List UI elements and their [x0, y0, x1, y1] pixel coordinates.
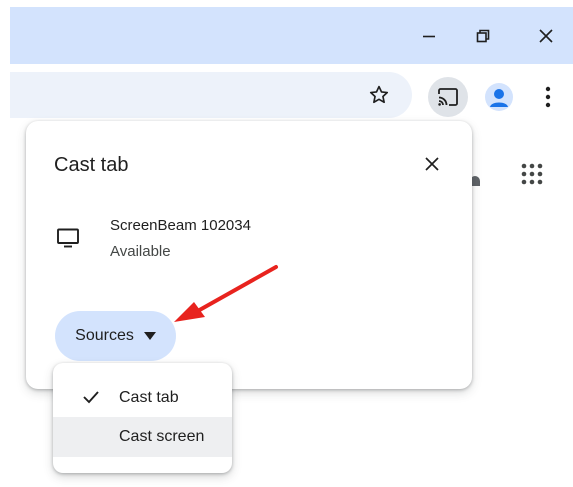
restore-button[interactable]: [468, 21, 498, 51]
browser-menu-button[interactable]: [538, 83, 558, 111]
caret-down-icon: [143, 332, 156, 340]
cast-dialog: Cast tab ScreenBeam 102034 Available Sou…: [26, 121, 472, 389]
apps-grid-icon: [521, 163, 543, 185]
sources-menu: Cast tab Cast screen: [53, 363, 232, 473]
bookmark-button[interactable]: [365, 81, 393, 109]
annotation-arrow: [174, 265, 278, 322]
window-close-button[interactable]: [531, 21, 561, 51]
close-icon: [539, 29, 553, 43]
dialog-close-button[interactable]: [420, 152, 444, 176]
star-icon: [369, 85, 389, 104]
cast-icon: [438, 88, 458, 106]
minimize-icon: [423, 35, 435, 38]
browser-toolbar: [10, 64, 573, 127]
menu-item-label: Cast tab: [119, 389, 179, 406]
menu-item-cast-screen[interactable]: Cast screen: [53, 417, 232, 457]
sink-name: ScreenBeam 102034: [110, 217, 251, 234]
more-vert-icon: [545, 86, 551, 108]
monitor-icon: [57, 228, 79, 248]
menu-item-label: Cast screen: [119, 428, 205, 445]
cast-button[interactable]: [428, 77, 468, 117]
sources-button[interactable]: Sources: [55, 311, 176, 361]
close-icon: [425, 157, 439, 171]
sources-button-label: Sources: [75, 327, 134, 344]
address-bar[interactable]: [10, 72, 412, 118]
apps-button[interactable]: [518, 160, 546, 188]
sink-status: Available: [110, 243, 171, 260]
minimize-button[interactable]: [414, 21, 444, 51]
check-icon: [83, 391, 99, 404]
sink-item[interactable]: ScreenBeam 102034 Available: [56, 213, 436, 267]
menu-item-cast-tab[interactable]: Cast tab: [53, 378, 232, 418]
window-titlebar: [10, 7, 573, 64]
dialog-title: Cast tab: [54, 154, 129, 176]
profile-icon: [490, 89, 508, 107]
profile-button[interactable]: [485, 83, 513, 111]
restore-icon: [476, 29, 490, 43]
